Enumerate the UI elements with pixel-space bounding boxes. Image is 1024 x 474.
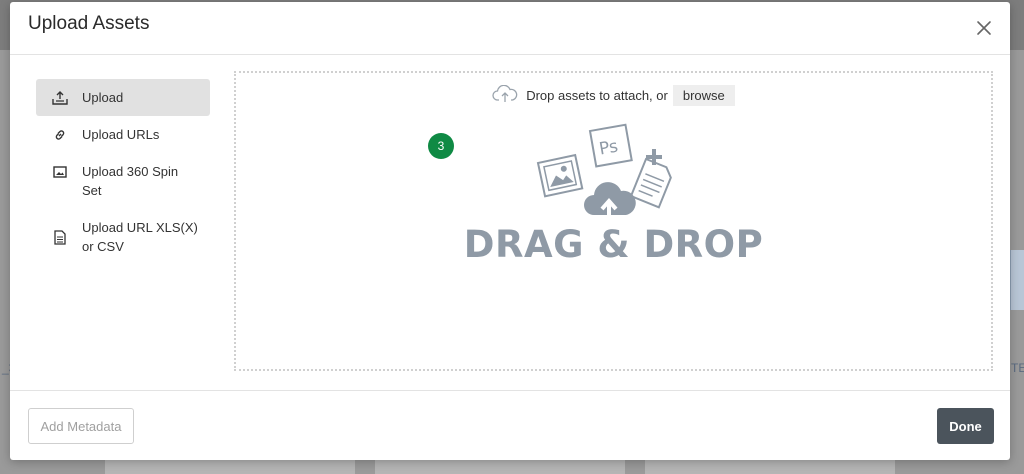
background-card: [105, 458, 355, 474]
cloud-upload-icon: [492, 84, 518, 106]
link-icon: [52, 125, 68, 144]
drop-instruction: Drop assets to attach, or browse: [236, 84, 991, 106]
background-edge-text-right: TE: [1011, 361, 1024, 375]
modal-title: Upload Assets: [28, 13, 150, 34]
done-button[interactable]: Done: [937, 408, 994, 444]
nav-item-upload-url-spreadsheet[interactable]: Upload URL XLS(X) or CSV: [36, 209, 210, 265]
modal-footer: Add Metadata Done: [10, 390, 1010, 460]
add-metadata-button[interactable]: Add Metadata: [28, 408, 134, 444]
modal-header: Upload Assets: [10, 2, 1010, 55]
image-icon: [52, 162, 68, 181]
drag-drop-illustration: Ps: [536, 123, 672, 219]
nav-item-label: Upload 360 Spin Set: [82, 164, 179, 198]
document-icon: [52, 218, 68, 256]
close-icon: [977, 21, 991, 35]
nav-item-label: Upload URLs: [82, 127, 160, 142]
upload-method-nav: Upload Upload URLs Upload 360 Spin Set U…: [36, 79, 210, 265]
upload-assets-modal: Upload Assets Upload Upload URLs Upload …: [10, 2, 1010, 460]
upload-tray-icon: [52, 88, 68, 107]
nav-item-upload-360-spin-set[interactable]: Upload 360 Spin Set: [36, 153, 210, 209]
nav-item-upload[interactable]: Upload: [36, 79, 210, 116]
close-button[interactable]: [972, 16, 996, 40]
drop-instruction-text: Drop assets to attach, or: [526, 88, 668, 103]
background-card: [645, 458, 895, 474]
nav-item-label: Upload URL XLS(X) or CSV: [82, 220, 198, 254]
svg-text:Ps: Ps: [598, 137, 620, 160]
nav-item-upload-urls[interactable]: Upload URLs: [36, 116, 210, 153]
cloud-upload-large-icon: [584, 182, 636, 219]
browse-button[interactable]: browse: [672, 85, 735, 106]
background-card: [375, 458, 625, 474]
document-file-icon: [629, 157, 672, 209]
modal-body: Upload Upload URLs Upload 360 Spin Set U…: [10, 55, 1010, 390]
image-file-icon: [536, 153, 584, 198]
photoshop-file-icon: Ps: [588, 123, 633, 168]
background-thumbnail: [1010, 250, 1024, 310]
drop-zone[interactable]: Drop assets to attach, or browse 3 Ps DR…: [234, 71, 993, 371]
step-badge: 3: [428, 133, 454, 159]
nav-item-label: Upload: [82, 90, 124, 105]
drag-drop-text: DRAG & DROP: [463, 223, 764, 266]
